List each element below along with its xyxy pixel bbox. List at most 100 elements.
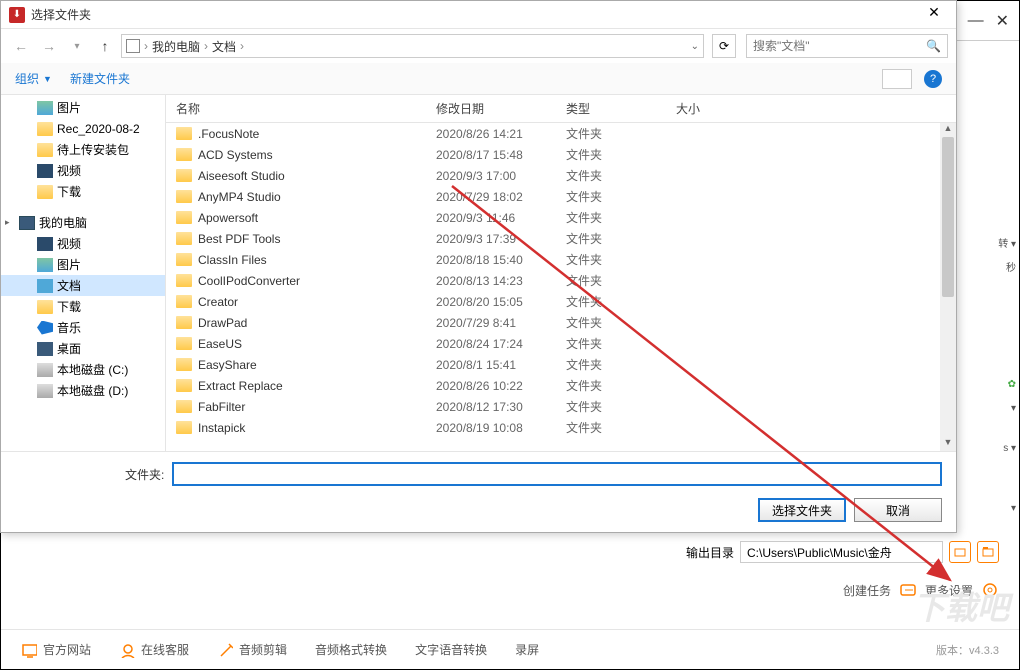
side-btn[interactable]: ✿	[998, 379, 1016, 399]
search-icon[interactable]: 🔍	[926, 39, 941, 53]
folder-icon	[176, 379, 192, 392]
crumb-dropdown[interactable]: ⌄	[691, 41, 699, 52]
file-name: Apowersoft	[198, 211, 258, 225]
file-type: 文件夹	[556, 167, 666, 184]
recent-dropdown[interactable]: ▾	[65, 34, 89, 58]
folder-name-input[interactable]	[172, 462, 942, 486]
tree-item[interactable]: 视频	[1, 233, 165, 254]
chevron-right-icon[interactable]: ›	[144, 39, 148, 53]
list-row[interactable]: Extract Replace2020/8/26 10:22文件夹	[166, 375, 956, 396]
tree-item[interactable]: ▸ 我的电脑	[1, 212, 165, 233]
music-icon	[37, 321, 53, 335]
output-icon-1[interactable]	[949, 541, 971, 563]
up-button[interactable]: ↑	[93, 34, 117, 58]
list-row[interactable]: DrawPad2020/7/29 8:41文件夹	[166, 312, 956, 333]
file-type: 文件夹	[556, 146, 666, 163]
tree-item[interactable]: 音乐	[1, 317, 165, 338]
tree-item[interactable]: 文档	[1, 275, 165, 296]
col-name[interactable]: 名称	[166, 100, 426, 117]
list-row[interactable]: .FocusNote2020/8/26 14:21文件夹	[166, 123, 956, 144]
folder-tree[interactable]: 图片Rec_2020-08-2待上传安装包视频下载▸我的电脑视频图片文档下载音乐…	[1, 95, 166, 451]
new-folder-button[interactable]: 新建文件夹	[70, 70, 130, 87]
side-btn[interactable]: ▾	[998, 503, 1016, 523]
tree-item[interactable]: Rec_2020-08-2	[1, 118, 165, 139]
link-service[interactable]: 在线客服	[119, 641, 189, 658]
chevron-right-icon[interactable]: ›	[240, 39, 244, 53]
open-folder-icon[interactable]	[977, 541, 999, 563]
forward-button[interactable]: →	[37, 34, 61, 58]
folder-icon	[37, 122, 53, 136]
tree-item[interactable]: 本地磁盘 (C:)	[1, 359, 165, 380]
link-tts[interactable]: 文字语音转换	[415, 641, 487, 658]
col-size[interactable]: 大小	[666, 100, 746, 117]
file-type: 文件夹	[556, 230, 666, 247]
scroll-down-icon[interactable]: ▼	[940, 437, 956, 451]
link-audio-edit[interactable]: 音频剪辑	[217, 641, 287, 658]
list-row[interactable]: AnyMP4 Studio2020/7/29 18:02文件夹	[166, 186, 956, 207]
chevron-right-icon[interactable]: ›	[204, 39, 208, 53]
tree-item[interactable]: 桌面	[1, 338, 165, 359]
file-type: 文件夹	[556, 314, 666, 331]
file-date: 2020/7/29 18:02	[426, 190, 556, 204]
minimize-icon[interactable]: —	[968, 12, 984, 30]
scroll-up-icon[interactable]: ▲	[940, 123, 956, 137]
tree-item[interactable]: 待上传安装包	[1, 139, 165, 160]
folder-icon	[176, 169, 192, 182]
tree-item[interactable]: 下载	[1, 181, 165, 202]
list-row[interactable]: ClassIn Files2020/8/18 15:40文件夹	[166, 249, 956, 270]
breadcrumb[interactable]: › 我的电脑 › 文档 › ⌄	[121, 34, 704, 58]
list-row[interactable]: Best PDF Tools2020/9/3 17:39文件夹	[166, 228, 956, 249]
side-btn[interactable]: 秒	[998, 259, 1016, 279]
create-task-label[interactable]: 创建任务	[843, 582, 891, 599]
search-input[interactable]	[753, 39, 926, 53]
file-type: 文件夹	[556, 125, 666, 142]
crumb-root[interactable]: 我的电脑	[152, 38, 200, 55]
tree-label: 桌面	[57, 340, 81, 357]
organize-menu[interactable]: 组织 ▼	[15, 70, 52, 87]
back-button[interactable]: ←	[9, 34, 33, 58]
output-path-input[interactable]	[740, 541, 943, 563]
list-row[interactable]: Instapick2020/8/19 10:08文件夹	[166, 417, 956, 438]
tree-item[interactable]: 视频	[1, 160, 165, 181]
tree-label: 我的电脑	[39, 214, 87, 231]
close-icon[interactable]: ✕	[996, 11, 1009, 31]
list-row[interactable]: FabFilter2020/8/12 17:30文件夹	[166, 396, 956, 417]
help-button[interactable]: ?	[924, 70, 942, 88]
cancel-button[interactable]: 取消	[854, 498, 942, 522]
refresh-button[interactable]: ⟳	[712, 34, 736, 58]
tree-item[interactable]: 图片	[1, 97, 165, 118]
side-btn[interactable]: ▾	[998, 403, 1016, 423]
list-row[interactable]: EaseUS2020/8/24 17:24文件夹	[166, 333, 956, 354]
link-screen-record[interactable]: 录屏	[515, 641, 539, 658]
link-audio-convert[interactable]: 音频格式转换	[315, 641, 387, 658]
search-box[interactable]: 🔍	[746, 34, 948, 58]
side-btn[interactable]: s ▾	[998, 443, 1016, 463]
list-row[interactable]: EasyShare2020/8/1 15:41文件夹	[166, 354, 956, 375]
col-date[interactable]: 修改日期	[426, 100, 556, 117]
link-website[interactable]: 官方网站	[21, 641, 91, 658]
list-row[interactable]: Apowersoft2020/9/3 11:46文件夹	[166, 207, 956, 228]
list-row[interactable]: Aiseesoft Studio2020/9/3 17:00文件夹	[166, 165, 956, 186]
close-button[interactable]: ✕	[920, 4, 948, 26]
list-row[interactable]: ACD Systems2020/8/17 15:48文件夹	[166, 144, 956, 165]
pic-icon	[37, 101, 53, 115]
file-name: ClassIn Files	[198, 253, 267, 267]
disk-icon	[37, 363, 53, 377]
tree-item[interactable]: 图片	[1, 254, 165, 275]
list-row[interactable]: Creator2020/8/20 15:05文件夹	[166, 291, 956, 312]
tree-item[interactable]: 下载	[1, 296, 165, 317]
view-button[interactable]	[882, 69, 912, 89]
col-type[interactable]: 类型	[556, 100, 666, 117]
pic-icon	[37, 258, 53, 272]
scroll-thumb[interactable]	[942, 137, 954, 297]
tree-item[interactable]: 本地磁盘 (D:)	[1, 380, 165, 401]
file-date: 2020/8/17 15:48	[426, 148, 556, 162]
tree-label: 视频	[57, 162, 81, 179]
scrollbar[interactable]: ▲ ▼	[940, 123, 956, 451]
list-row[interactable]: CoolIPodConverter2020/8/13 14:23文件夹	[166, 270, 956, 291]
crumb-current[interactable]: 文档	[212, 38, 236, 55]
expand-icon[interactable]: ▸	[5, 217, 15, 228]
side-btn[interactable]: 转 ▾	[998, 235, 1016, 255]
select-folder-button[interactable]: 选择文件夹	[758, 498, 846, 522]
list-body[interactable]: .FocusNote2020/8/26 14:21文件夹ACD Systems2…	[166, 123, 956, 451]
